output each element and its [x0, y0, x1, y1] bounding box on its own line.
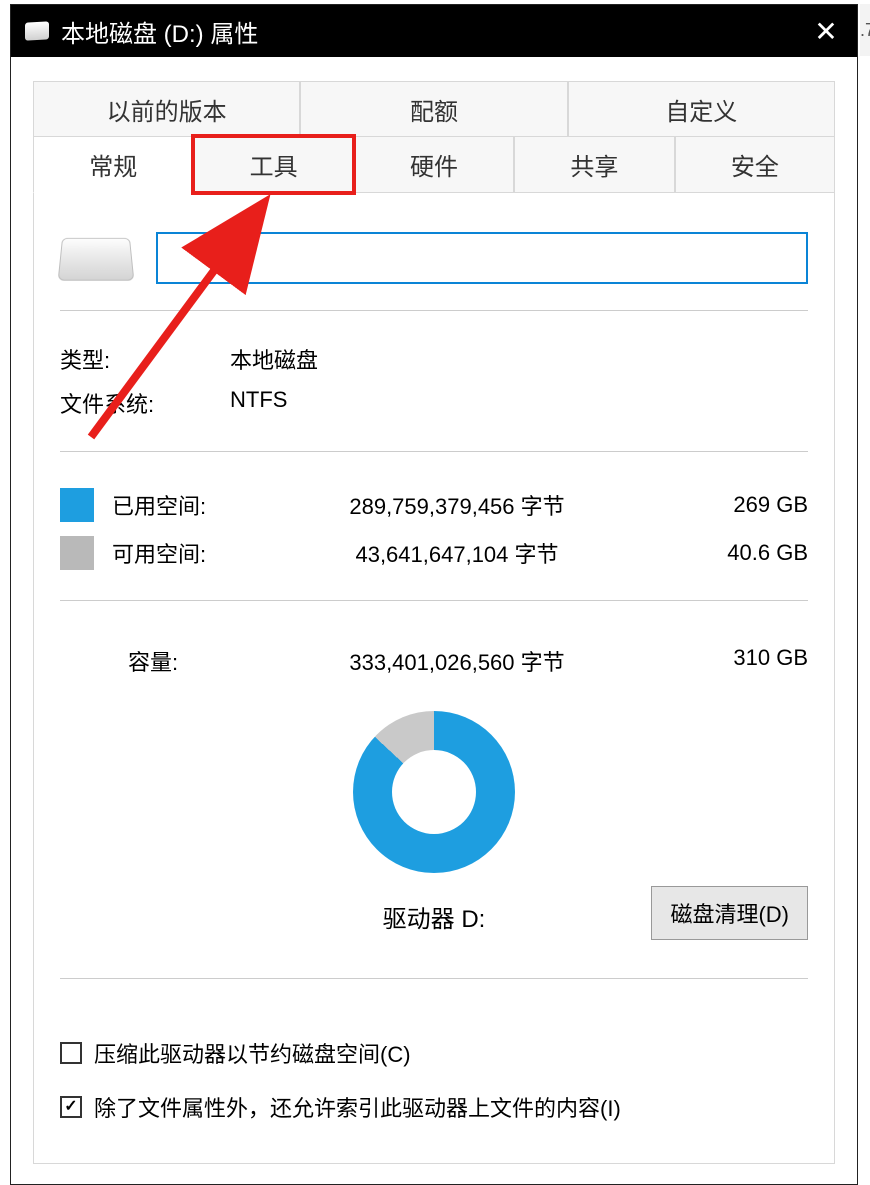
- titlebar[interactable]: 本地磁盘 (D:) 属性 ✕: [11, 5, 857, 57]
- usage-chart-wrap: 驱动器 D: 磁盘清理(D): [60, 711, 808, 934]
- tabs-row-upper: 以前的版本 配额 自定义: [33, 81, 835, 137]
- index-checkbox[interactable]: [60, 1096, 82, 1118]
- tab-quota[interactable]: 配额: [300, 81, 567, 137]
- used-space-row: 已用空间: 289,759,379,456 字节 269 GB: [60, 478, 808, 526]
- properties-dialog: 本地磁盘 (D:) 属性 ✕ 以前的版本 配额 自定义 常规 工具 硬件 共享 …: [10, 4, 858, 1185]
- capacity-label: 容量:: [60, 645, 246, 677]
- index-label: 除了文件属性外，还允许索引此驱动器上文件的内容(I): [94, 1091, 621, 1123]
- tab-hardware[interactable]: 硬件: [354, 136, 514, 193]
- capacity-human: 310 GB: [678, 645, 808, 677]
- drive-icon: [25, 21, 49, 40]
- free-space-row: 可用空间: 43,641,647,104 字节 40.6 GB: [60, 526, 808, 574]
- tab-previous-versions[interactable]: 以前的版本: [33, 81, 300, 137]
- filesystem-row: 文件系统: NTFS: [60, 381, 808, 425]
- close-icon: ✕: [814, 15, 837, 48]
- tab-sharing[interactable]: 共享: [514, 136, 674, 193]
- drive-big-icon: [58, 238, 135, 281]
- compress-label: 压缩此驱动器以节约磁盘空间(C): [94, 1037, 411, 1069]
- dialog-client-area: 以前的版本 配额 自定义 常规 工具 硬件 共享 安全 类型: 本地磁盘 文件系…: [11, 57, 857, 1184]
- free-bytes: 43,641,647,104 字节: [246, 537, 678, 569]
- divider: [60, 600, 808, 601]
- used-human: 269 GB: [678, 492, 808, 518]
- divider: [60, 451, 808, 452]
- volume-label-input[interactable]: [156, 232, 808, 284]
- type-row: 类型: 本地磁盘: [60, 337, 808, 381]
- tab-tools[interactable]: 工具: [193, 136, 353, 193]
- tabs-row-lower: 常规 工具 硬件 共享 安全: [33, 136, 835, 193]
- disk-cleanup-button[interactable]: 磁盘清理(D): [651, 886, 808, 940]
- filesystem-label: 文件系统:: [60, 387, 230, 419]
- drive-label: 驱动器 D:: [383, 899, 486, 934]
- used-bytes: 289,759,379,456 字节: [246, 489, 678, 521]
- drive-header-row: [60, 232, 808, 284]
- space-rows: 已用空间: 289,759,379,456 字节 269 GB 可用空间: 43…: [60, 478, 808, 574]
- capacity-bytes: 333,401,026,560 字节: [246, 645, 678, 677]
- tab-customize[interactable]: 自定义: [568, 81, 835, 137]
- background-window-sliver: .7: [860, 4, 870, 56]
- divider: [60, 310, 808, 311]
- compress-checkbox-row[interactable]: 压缩此驱动器以节约磁盘空间(C): [60, 1037, 808, 1069]
- general-panel: 类型: 本地磁盘 文件系统: NTFS 已用空间: 289,759,379,45…: [33, 192, 835, 1164]
- index-checkbox-row[interactable]: 除了文件属性外，还允许索引此驱动器上文件的内容(I): [60, 1091, 808, 1123]
- free-swatch: [60, 536, 94, 570]
- used-label: 已用空间:: [112, 489, 246, 521]
- divider: [60, 978, 808, 979]
- free-human: 40.6 GB: [678, 540, 808, 566]
- usage-pie-chart: [353, 711, 515, 873]
- filesystem-value: NTFS: [230, 387, 287, 419]
- type-value: 本地磁盘: [230, 343, 318, 375]
- compress-checkbox[interactable]: [60, 1042, 82, 1064]
- type-label: 类型:: [60, 343, 230, 375]
- close-button[interactable]: ✕: [795, 5, 857, 57]
- free-label: 可用空间:: [112, 537, 246, 569]
- capacity-row: 容量: 333,401,026,560 字节 310 GB: [60, 627, 808, 681]
- window-title: 本地磁盘 (D:) 属性: [61, 14, 258, 49]
- tab-security[interactable]: 安全: [675, 136, 835, 193]
- tab-general[interactable]: 常规: [33, 136, 193, 193]
- used-swatch: [60, 488, 94, 522]
